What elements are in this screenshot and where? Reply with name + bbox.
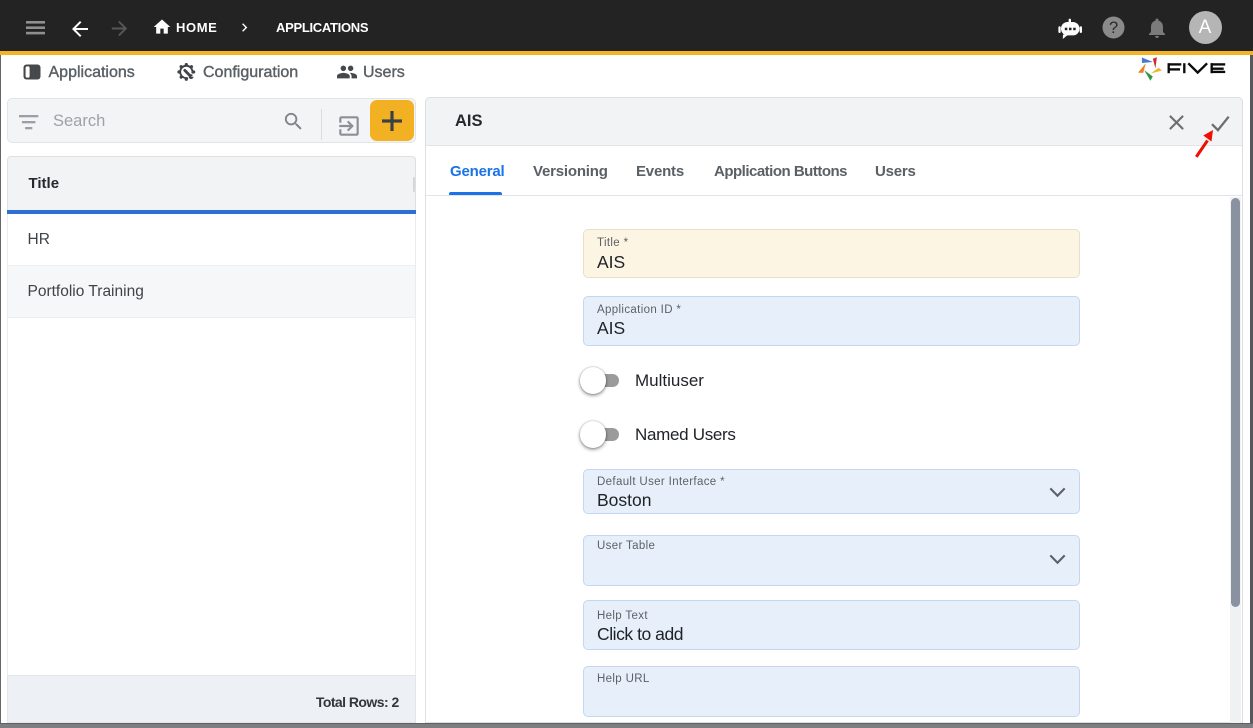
svg-text:?: ? (1109, 19, 1118, 37)
